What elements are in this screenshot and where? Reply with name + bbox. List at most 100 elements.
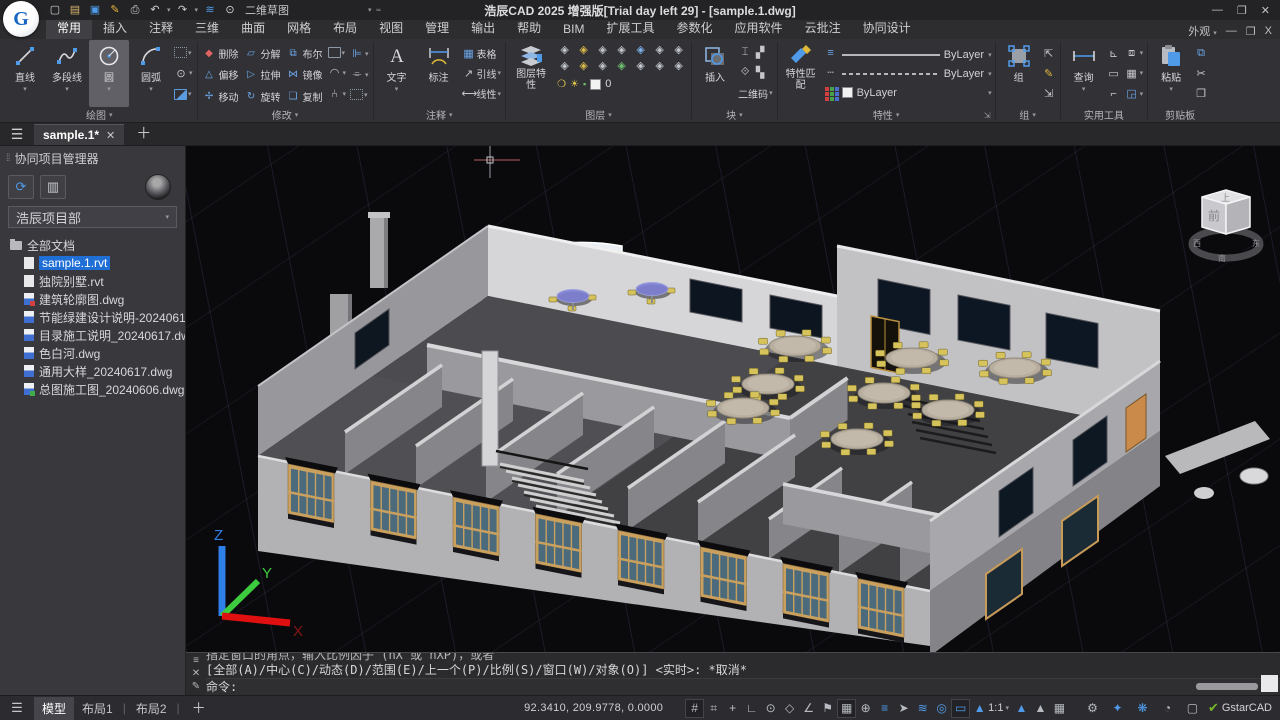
file-item[interactable]: 色白河.dwg xyxy=(24,344,185,362)
tab-home[interactable]: 常用 xyxy=(46,17,92,39)
rotate-tool[interactable]: ↻旋转 xyxy=(243,86,283,107)
new-file-icon[interactable]: ▢ xyxy=(46,2,64,18)
hatch-display-toggle[interactable]: ▦ xyxy=(837,699,856,718)
file-item[interactable]: 通用大样_20240617.dwg xyxy=(24,362,185,380)
mirror-tool[interactable]: ⋈镜像 xyxy=(285,64,325,85)
layout1-tab[interactable]: 布局1 xyxy=(74,697,121,720)
copy-tool[interactable]: ❏复制 xyxy=(285,86,325,107)
file-item[interactable]: 目录施工说明_20240617.dwg xyxy=(24,326,185,344)
cmd-close-icon[interactable]: ✕ xyxy=(192,668,200,679)
linear-dim-tool-icon[interactable]: ⟷ xyxy=(462,87,476,100)
text-tool[interactable]: A 文字▾ xyxy=(377,40,417,107)
status-menu-icon[interactable]: ☰ xyxy=(0,700,34,716)
copy-base-icon[interactable]: ❐ xyxy=(1194,87,1208,100)
paste-tool[interactable]: 粘贴▾ xyxy=(1151,40,1191,107)
layer-unlock-icon[interactable]: ◈ xyxy=(593,59,612,75)
workspace-switcher[interactable]: 二维草图 xyxy=(245,2,365,18)
document-menu-icon[interactable]: ☰ xyxy=(0,126,34,145)
comment-icon[interactable]: ⊙ xyxy=(221,2,239,18)
command-resize-corner[interactable] xyxy=(1261,675,1278,692)
copy-clip-icon[interactable]: ⧉ xyxy=(1194,47,1208,60)
new-document-tab-button[interactable]: ＋ xyxy=(124,122,163,145)
match-properties-tool[interactable]: 特性匹配 xyxy=(781,40,821,107)
ribbon-minimize-button[interactable]: — xyxy=(1226,25,1237,37)
lineweight-display-toggle[interactable]: ≡ xyxy=(875,699,894,718)
tab-output[interactable]: 输出 xyxy=(460,17,506,39)
tab-parametric[interactable]: 参数化 xyxy=(666,17,724,39)
sync-button[interactable]: ⟳ xyxy=(8,175,34,199)
linetype-dropdown[interactable]: ByLayer▾ xyxy=(842,64,992,83)
dimension-tool[interactable]: 标注 xyxy=(419,40,459,107)
user-avatar[interactable] xyxy=(145,174,171,200)
panel-grip-icon[interactable]: ⁞⁞ xyxy=(6,153,10,164)
file-item[interactable]: 节能绿建设计说明-20240612.d xyxy=(24,308,185,326)
redo-icon[interactable]: ↷ xyxy=(174,2,192,18)
close-button[interactable]: ✕ xyxy=(1261,4,1270,17)
gstarcad-logo-button[interactable]: G xyxy=(3,1,39,37)
group-edit-icon[interactable]: ✎ xyxy=(1042,67,1056,80)
panel-label-draw[interactable]: 绘图▾ xyxy=(5,107,194,122)
tab-annotate[interactable]: 注释 xyxy=(138,17,184,39)
measure-tool[interactable]: 查询▾ xyxy=(1064,40,1104,107)
hardware-bulb-icon[interactable]: ❋ xyxy=(1133,699,1152,718)
angle-measure-icon[interactable]: ⊾ xyxy=(1107,47,1121,60)
fillet-tool-icon[interactable]: ◠ xyxy=(328,66,342,79)
group-tool[interactable]: 组 xyxy=(999,40,1039,107)
object-snap-toggle[interactable]: ◇ xyxy=(780,699,799,718)
selection-cycling-toggle[interactable]: ➤ xyxy=(894,699,913,718)
grid-display-toggle[interactable]: # xyxy=(685,699,704,718)
hatch-tool-icon[interactable] xyxy=(174,89,187,100)
clean-screen-icon[interactable]: ▢ xyxy=(1183,699,1202,718)
angle-snap-toggle[interactable]: ∠ xyxy=(799,699,818,718)
point-tool-icon[interactable] xyxy=(174,47,187,58)
layer-properties-button[interactable]: 图层特性 xyxy=(509,40,553,107)
color-dropdown[interactable]: ByLayer▾ xyxy=(842,83,992,102)
panel-label-clipboard[interactable]: 剪贴板 xyxy=(1151,107,1209,122)
tab-express[interactable]: 扩展工具 xyxy=(596,17,666,39)
tab-insert[interactable]: 插入 xyxy=(92,17,138,39)
ribbon-close-button[interactable]: X xyxy=(1265,25,1272,37)
tab-bim[interactable]: BIM xyxy=(552,20,595,39)
undo-caret-icon[interactable]: ▾ xyxy=(167,6,171,14)
block-edit-icon[interactable]: ⟐ xyxy=(738,66,752,79)
donut-tool-icon[interactable]: ⊙ xyxy=(174,67,188,80)
3d-object-snap-toggle[interactable]: ⚑ xyxy=(818,699,837,718)
array-tool-icon[interactable] xyxy=(328,47,341,58)
annotation-auto-scale-toggle[interactable]: ▲ xyxy=(1012,699,1031,718)
save-icon[interactable]: ▣ xyxy=(86,2,104,18)
toolbar-overflow-icon[interactable]: ≂ xyxy=(376,6,382,14)
layer-state-icon[interactable]: ◈ xyxy=(555,43,574,59)
tab-collaboration[interactable]: 协同设计 xyxy=(852,17,922,39)
settings-gear-icon[interactable]: ⚙ xyxy=(1083,699,1102,718)
layout2-tab[interactable]: 布局2 xyxy=(128,697,175,720)
grid-snap-toggle[interactable]: + xyxy=(723,699,742,718)
layer-states-icon[interactable]: ≋ xyxy=(201,2,219,18)
layer-merge-icon[interactable]: ◈ xyxy=(650,43,669,59)
model-tab[interactable]: 模型 xyxy=(34,697,74,720)
line-tool[interactable]: 直线▾ xyxy=(5,40,45,107)
workspace-caret-icon[interactable]: ▾ xyxy=(368,6,372,14)
group-select-icon[interactable]: ⇲ xyxy=(1042,87,1056,100)
tree-root-all-documents[interactable]: 全部文档 xyxy=(10,236,185,254)
layer-match-icon[interactable]: ◈ xyxy=(631,59,650,75)
color-grid-icon[interactable] xyxy=(825,87,829,91)
scale-tool-icon[interactable] xyxy=(350,89,363,100)
layer-lock-icon[interactable]: ◈ xyxy=(612,43,631,59)
move-tool[interactable]: ✢移动 xyxy=(201,86,241,107)
layer-thaw-icon[interactable]: ◈ xyxy=(574,59,593,75)
boolean-tool[interactable]: ⧉布尔 xyxy=(285,43,325,64)
panel-label-layers[interactable]: 图层▾ xyxy=(509,107,688,122)
tab-close-icon[interactable]: ✕ xyxy=(106,129,115,142)
corner-icon[interactable]: ⌐ xyxy=(1107,88,1121,100)
tab-mesh[interactable]: 网格 xyxy=(276,17,322,39)
redo-caret-icon[interactable]: ▾ xyxy=(195,6,199,14)
appearance-menu[interactable]: 外观 ▾ xyxy=(1188,23,1217,39)
qr-grid-icon[interactable]: ▞ xyxy=(753,46,767,59)
copy-settings-icon[interactable]: ⧈ xyxy=(1125,47,1139,60)
panel-label-annotate[interactable]: 注释▾ xyxy=(377,107,503,122)
new-layout-button[interactable]: ＋ xyxy=(182,698,216,718)
isolate-objects-toggle[interactable]: ≋ xyxy=(913,699,932,718)
minimize-button[interactable]: — xyxy=(1212,4,1223,17)
table-tool-icon[interactable]: ▦ xyxy=(462,47,476,60)
dialog-launcher-icon[interactable]: ⇲ xyxy=(984,111,991,120)
